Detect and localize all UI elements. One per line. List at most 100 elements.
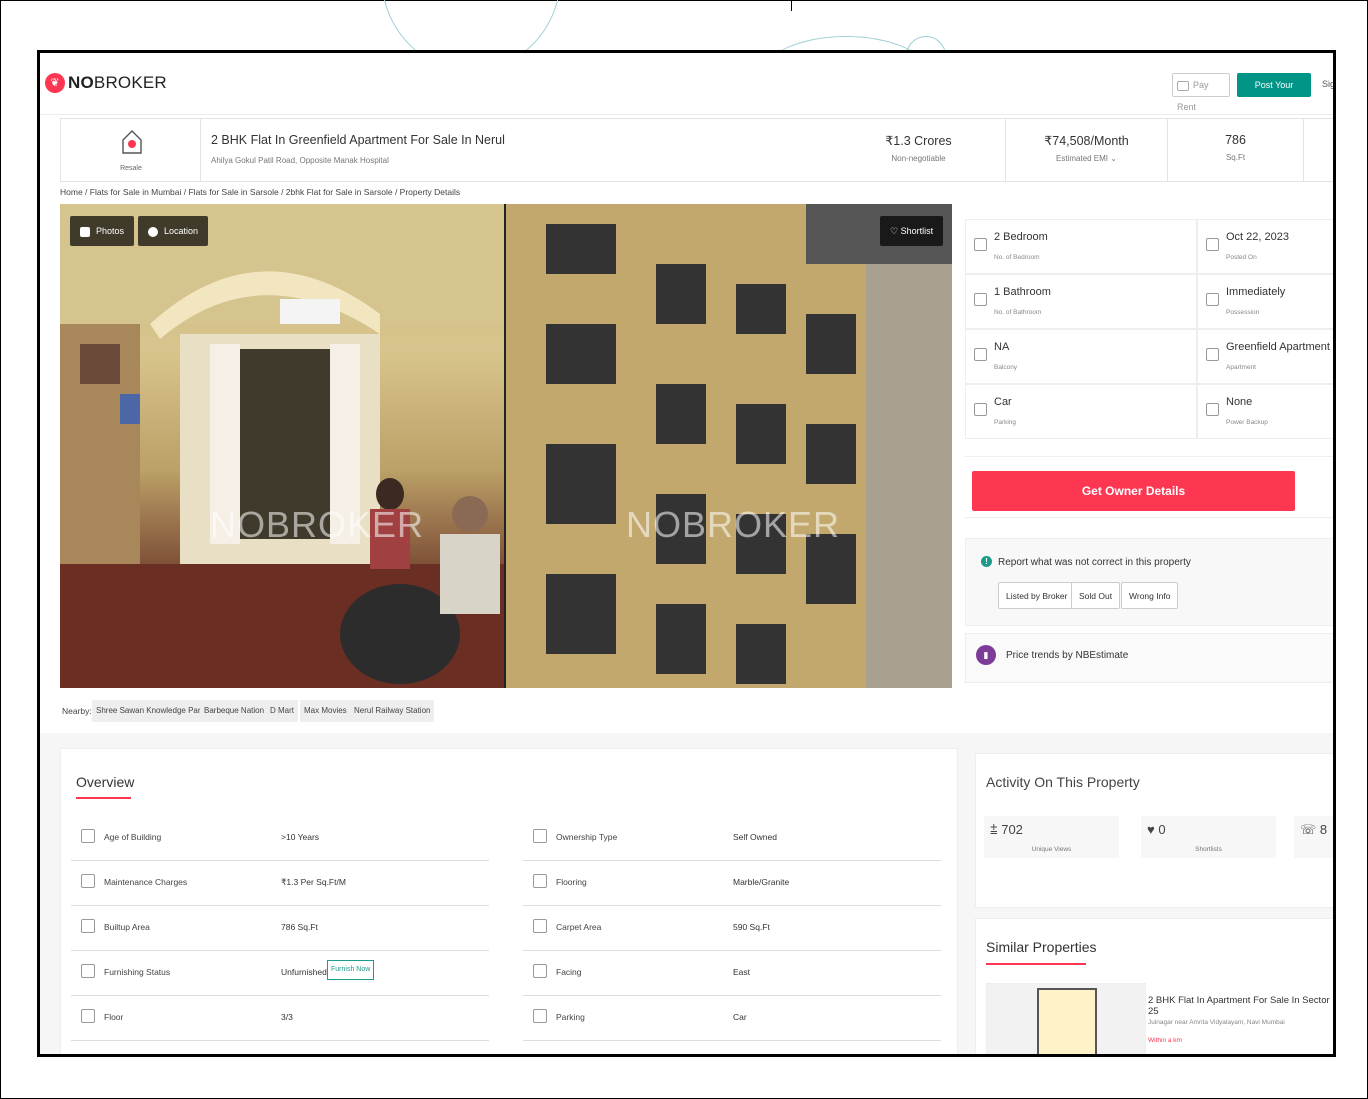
detail-apartment: Greenfield Apartment Apartment	[1197, 329, 1333, 384]
activity-section: Activity On This Property ⩲ 702 Unique V…	[975, 753, 1333, 908]
compass-icon	[533, 964, 547, 978]
resale-label: Resale	[120, 165, 142, 172]
post-property-button[interactable]: Post Your Property	[1237, 73, 1311, 114]
calls-stat: ☏ 8	[1294, 816, 1333, 858]
photo-gallery[interactable]: NOBROKER Photos Location NOBROKER ♡ Shor…	[60, 204, 952, 688]
overview-row: Ownership Type Self Owned	[523, 817, 941, 861]
price-trends-label: Price trends by NBEstimate	[1006, 650, 1129, 661]
overview-row: Furnishing Status Unfurnished Furnish Now	[71, 952, 489, 996]
bath-icon	[974, 293, 987, 306]
overview-section: Overview Age of Building >10 Years Mainte…	[60, 748, 958, 1054]
sofa-icon	[81, 964, 95, 978]
building-age-icon	[81, 829, 95, 843]
balcony-icon	[974, 348, 987, 361]
floor-icon	[81, 1009, 95, 1023]
emi-note[interactable]: Estimated EMI ⌄	[1006, 154, 1167, 163]
nearby-chip[interactable]: D Mart	[266, 700, 298, 722]
overview-row: Carpet Area 590 Sq.Ft	[523, 907, 941, 951]
wallet-icon	[1177, 80, 1189, 91]
area-icon	[81, 919, 95, 933]
building-icon	[1206, 348, 1219, 361]
detail-power-backup: None Power Backup	[1197, 384, 1333, 439]
maintenance-icon	[81, 874, 95, 888]
location-button[interactable]: Location	[138, 216, 209, 246]
similar-property-thumbnail[interactable]	[986, 983, 1146, 1054]
carpet-icon	[533, 919, 547, 933]
nearby-label: Nearby:	[62, 706, 92, 716]
nobroker-logo-icon[interactable]: ❦	[45, 73, 65, 93]
detail-bedroom: 2 Bedroom No. of Bedroom	[965, 219, 1197, 274]
unique-views-stat: ⩲ 702 Unique Views	[984, 816, 1119, 858]
watermark: NOBROKER	[210, 504, 425, 545]
building-photo[interactable]: NOBROKER ♡ Shortlist	[506, 204, 952, 688]
emi-block[interactable]: ₹74,508/Month Estimated EMI ⌄	[1005, 119, 1167, 181]
overview-row: Builtup Area 786 Sq.Ft	[71, 907, 489, 951]
nearby-chip[interactable]: Max Movies	[300, 700, 351, 722]
detail-balcony: NA Balcony	[965, 329, 1197, 384]
heart-icon: ♡	[890, 226, 901, 236]
listed-by-broker-button[interactable]: Listed by Broker	[998, 582, 1076, 609]
living-room-illustration	[60, 204, 504, 688]
detail-possession: Immediately Possession	[1197, 274, 1333, 329]
emi-value: ₹74,508/Month	[1044, 134, 1129, 148]
nearby-chip[interactable]: Shree Sawan Knowledge Park	[92, 700, 209, 722]
camera-icon	[80, 226, 90, 237]
info-icon: !	[981, 556, 992, 567]
nearby-places: Nearby: Shree Sawan Knowledge Park Barbe…	[60, 698, 960, 726]
detail-posted-on: Oct 22, 2023 Posted On	[1197, 219, 1333, 274]
property-address: Ahilya Gokul Patil Road, Opposite Manak …	[211, 156, 389, 165]
summary-extra	[1303, 119, 1333, 181]
nearby-chip[interactable]: Barbeque Nation	[200, 700, 269, 722]
interior-photo[interactable]: NOBROKER Photos Location	[60, 204, 504, 688]
resale-badge: Resale	[61, 119, 201, 181]
divider	[986, 963, 1086, 965]
building-icon	[1037, 988, 1097, 1054]
watermark: NOBROKER	[626, 504, 841, 545]
price-note: Non-negotiable	[891, 154, 946, 163]
report-section: ! Report what was not correct in this pr…	[965, 538, 1333, 626]
property-title: 2 BHK Flat In Greenfield Apartment For S…	[211, 133, 505, 147]
person-icon: ⩲	[990, 822, 1002, 837]
top-header: ❦ NOBROKER Pay Rent Post Your Property S…	[40, 53, 1333, 115]
similar-title: Similar Properties	[986, 939, 1097, 955]
divider	[76, 797, 131, 799]
battery-icon	[1206, 403, 1219, 416]
nearby-chip[interactable]: Nerul Railway Station	[350, 700, 435, 722]
calendar-icon	[1206, 238, 1219, 251]
car-icon	[533, 1009, 547, 1023]
sold-out-button[interactable]: Sold Out	[1071, 582, 1121, 609]
similar-property-distance: Within a km	[1148, 1037, 1182, 1044]
building-illustration	[506, 204, 952, 688]
photos-button[interactable]: Photos	[70, 216, 135, 246]
shortlist-button[interactable]: ♡ Shortlist	[880, 216, 944, 246]
overview-row: Maintenance Charges ₹1.3 Per Sq.Ft/M	[71, 862, 489, 906]
overview-row: Floor 3/3	[71, 997, 489, 1041]
pay-rent-button[interactable]: Pay Rent	[1172, 73, 1230, 112]
logo-text[interactable]: NOBROKER	[68, 73, 167, 93]
furnish-now-button[interactable]: Furnish Now	[327, 960, 375, 980]
owner-details-section: Get Owner Details	[965, 456, 1333, 518]
activity-title: Activity On This Property	[986, 774, 1140, 790]
flooring-icon	[533, 874, 547, 888]
overview-row: Flooring Marble/Granite	[523, 862, 941, 906]
overview-title: Overview	[76, 774, 135, 790]
sign-in-link[interactable]: Sig	[1322, 79, 1333, 89]
get-owner-details-button[interactable]: Get Owner Details	[972, 471, 1295, 511]
price-block: ₹1.3 Crores Non-negotiable	[841, 119, 996, 181]
phone-icon: ☏	[1300, 822, 1320, 837]
breadcrumb[interactable]: Home / Flats for Sale in Mumbai / Flats …	[60, 187, 460, 197]
car-icon	[974, 403, 987, 416]
similar-property-name[interactable]: 2 BHK Flat In Apartment For Sale In Sect…	[1148, 995, 1333, 1017]
overview-row: Facing East	[523, 952, 941, 996]
shortlists-stat: ♥ 0 Shortlists	[1141, 816, 1276, 858]
price-trends-link[interactable]: ▮ Price trends by NBEstimate	[965, 633, 1333, 683]
chart-icon: ▮	[976, 645, 996, 665]
overview-row: Parking Car	[523, 997, 941, 1041]
ownership-icon	[533, 829, 547, 843]
area-block: 786 Sq.Ft	[1167, 119, 1303, 181]
browser-screenshot: ❦ NOBROKER Pay Rent Post Your Property S…	[37, 50, 1336, 1057]
similar-properties-section: Similar Properties 2 BHK Flat In Apartme…	[975, 918, 1333, 1054]
detail-parking: Car Parking	[965, 384, 1197, 439]
wrong-info-button[interactable]: Wrong Info	[1121, 582, 1179, 609]
heart-icon: ♥	[1147, 822, 1159, 837]
